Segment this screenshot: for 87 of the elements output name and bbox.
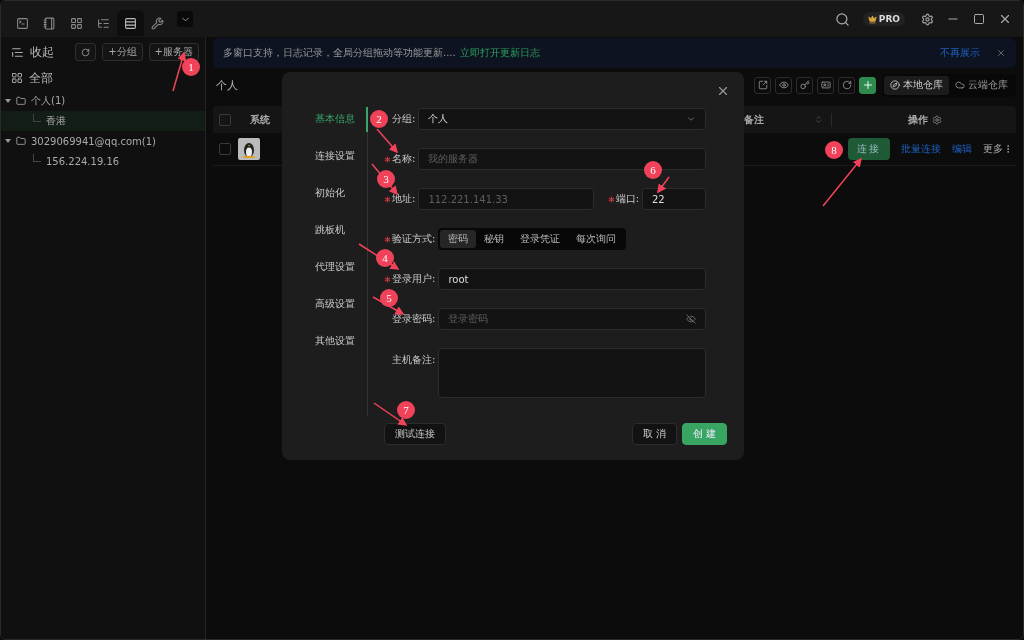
annotation-marker: 1 xyxy=(182,58,200,76)
dialog-nav-item[interactable]: 跳板机 xyxy=(282,218,368,243)
grid-icon xyxy=(11,72,23,84)
storage-tab[interactable]: 云端仓库 xyxy=(949,75,1014,95)
field-label: 验证方式: xyxy=(392,232,436,246)
field-label: 端口: xyxy=(615,192,639,206)
dialog-nav-item[interactable]: 代理设置 xyxy=(282,255,368,280)
toolbar-icon[interactable] xyxy=(796,76,813,94)
tree-item[interactable]: 3029069941@qq.com(1) xyxy=(1,131,205,151)
changelog-link[interactable]: 立即打开更新日志 xyxy=(459,46,540,60)
auth-option[interactable]: 密码 xyxy=(440,230,477,248)
storage-tab[interactable]: 本地仓库 xyxy=(884,75,949,95)
toolbar-icon[interactable] xyxy=(838,76,855,94)
auth-option[interactable]: 秘钥 xyxy=(476,230,513,248)
tree-item[interactable]: 个人(1) xyxy=(1,91,205,111)
annotation-marker: 8 xyxy=(825,141,843,159)
refresh-icon xyxy=(81,47,91,57)
folder-icon xyxy=(16,96,26,106)
refresh-button[interactable] xyxy=(75,43,97,61)
close-icon[interactable] xyxy=(996,48,1006,58)
annotation-marker: 2 xyxy=(370,110,388,128)
field-label: 地址: xyxy=(392,192,416,206)
add-icon[interactable] xyxy=(859,76,876,94)
penguin-icon xyxy=(238,138,260,160)
test-connection-button[interactable]: 测试连接 xyxy=(384,423,446,445)
more-link[interactable]: 更多 xyxy=(983,142,1003,156)
annotation-marker: 6 xyxy=(644,161,662,179)
port-field[interactable]: 22 xyxy=(642,188,706,210)
toolbar-tab[interactable] xyxy=(117,10,144,36)
settings-icon[interactable] xyxy=(931,114,942,125)
menu-icon[interactable] xyxy=(11,45,24,59)
dialog-nav-item[interactable]: 初始化 xyxy=(282,181,368,206)
collapse-label[interactable]: 收起 xyxy=(30,43,54,61)
dialog-nav-item[interactable]: 连接设置 xyxy=(282,144,368,169)
annotation-arrow xyxy=(822,157,862,207)
auth-option[interactable]: 每次询问 xyxy=(568,230,625,248)
compass-icon xyxy=(890,80,900,90)
field-label: 分组: xyxy=(392,112,416,126)
grid-icon xyxy=(70,16,83,30)
field-label: 主机备注: xyxy=(392,353,436,367)
tree-item[interactable]: 156.224.19.16 xyxy=(1,151,205,171)
terminal-icon xyxy=(16,16,29,30)
cloud-icon xyxy=(955,80,965,90)
annotation-marker: 7 xyxy=(397,401,415,419)
annotation-arrow xyxy=(376,128,398,154)
annotation-arrow xyxy=(372,296,405,315)
chevron-down-icon xyxy=(686,114,696,124)
tree-icon xyxy=(97,16,110,30)
annotation-marker: 4 xyxy=(376,249,394,267)
column-header: 系统 xyxy=(249,112,270,127)
notice-text: 多窗口支持，日志记录，全局分组拖动等功能更新.... xyxy=(223,46,456,60)
input-field[interactable]: root xyxy=(438,268,706,290)
add-button[interactable]: +分组 xyxy=(102,43,143,61)
group-title: 个人 xyxy=(216,77,238,93)
toolbar-icon[interactable] xyxy=(817,76,834,94)
tree-item[interactable]: 香港 xyxy=(1,111,205,131)
list-icon xyxy=(124,16,137,30)
close-icon[interactable] xyxy=(716,84,730,98)
checkbox[interactable] xyxy=(219,113,231,126)
checkbox[interactable] xyxy=(219,143,231,155)
field-label: 名称: xyxy=(392,152,416,166)
field-label: 登录密码: xyxy=(392,312,436,326)
caret-icon[interactable] xyxy=(5,99,11,103)
pro-badge[interactable]: PRO xyxy=(862,12,905,26)
cancel-button[interactable]: 取 消 xyxy=(631,423,677,445)
eye-off-icon[interactable] xyxy=(686,314,696,324)
column-header: 操作 xyxy=(907,112,928,127)
column-header: 备注 xyxy=(744,112,764,127)
annotation-arrow xyxy=(657,176,670,194)
folder-icon xyxy=(16,136,26,146)
all-label[interactable]: 全部 xyxy=(29,69,53,87)
toolbar-icon[interactable] xyxy=(754,76,771,94)
annotation-arrow xyxy=(373,402,408,426)
notebook-icon xyxy=(43,16,56,30)
group-select[interactable]: 个人 xyxy=(418,108,706,130)
auth-option[interactable]: 登录凭证 xyxy=(512,230,569,248)
dialog-nav-item[interactable]: 高级设置 xyxy=(282,292,368,317)
dialog-nav-item[interactable]: 其他设置 xyxy=(282,329,368,354)
caret-icon[interactable] xyxy=(5,139,11,143)
annotation-marker: 3 xyxy=(377,170,395,188)
field-label: 登录用户: xyxy=(392,272,436,286)
wrench-icon xyxy=(151,16,164,30)
connect-button[interactable]: 连接 xyxy=(848,138,890,160)
notes-field[interactable] xyxy=(438,348,706,398)
toolbar-icon[interactable] xyxy=(775,76,792,94)
dialog-nav-item[interactable]: 基本信息 xyxy=(282,107,368,132)
annotation-marker: 5 xyxy=(380,289,398,307)
